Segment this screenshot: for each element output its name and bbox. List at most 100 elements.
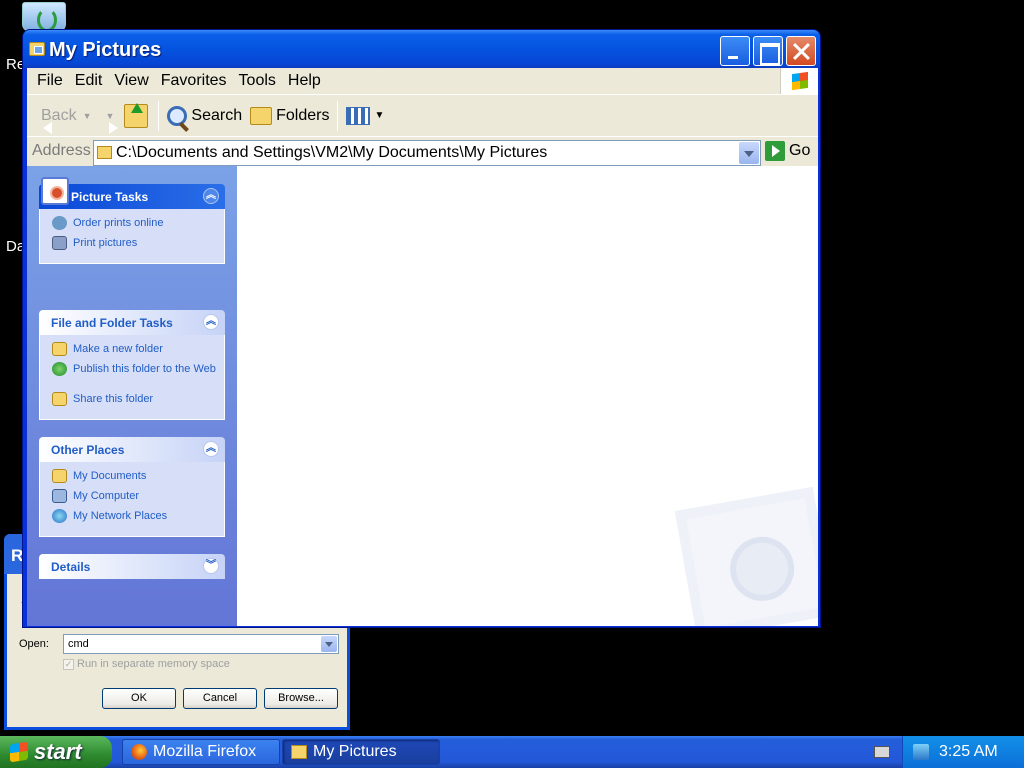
panel-header[interactable]: Picture Tasks ︽ [39, 177, 225, 209]
clock[interactable]: 3:25 AM [939, 743, 998, 761]
panel-header[interactable]: Other Places ︽ [39, 437, 225, 462]
window-titlebar[interactable]: My Pictures [23, 30, 820, 68]
task-label: My Documents [73, 470, 147, 482]
views-button[interactable]: ▼ [342, 99, 388, 133]
task-label: Publish this folder to the Web [73, 363, 216, 375]
windows-logo-icon [780, 68, 818, 94]
print-pictures-link[interactable]: Print pictures [52, 236, 224, 257]
share-folder-icon [52, 392, 67, 406]
my-network-places-link[interactable]: My Network Places [52, 509, 224, 530]
file-list-area[interactable] [237, 166, 818, 626]
ok-button[interactable]: OK [102, 688, 176, 709]
cancel-button[interactable]: Cancel [183, 688, 257, 709]
taskbar-item-label: Mozilla Firefox [153, 743, 257, 760]
my-documents-icon [52, 469, 67, 483]
run-separate-memory-checkbox[interactable]: ✓ Run in separate memory space [63, 658, 230, 670]
run-open-label: Open: [19, 638, 49, 650]
window-title: My Pictures [49, 39, 162, 61]
panel-body: Order prints online Print pictures [39, 209, 225, 264]
chevron-down-icon[interactable] [739, 142, 759, 164]
menu-help[interactable]: Help [282, 72, 327, 90]
address-bar: Address C:\Documents and Settings\VM2\My… [27, 136, 818, 166]
minimize-button[interactable] [720, 36, 750, 66]
menu-edit[interactable]: Edit [69, 72, 109, 90]
go-arrow-icon [765, 141, 785, 161]
task-label: My Computer [73, 490, 140, 502]
recycle-bin-icon[interactable] [22, 2, 66, 32]
checkbox-icon: ✓ [63, 658, 74, 670]
panel-title: Details [51, 560, 91, 574]
run-open-input[interactable]: cmd [63, 634, 339, 654]
menu-file[interactable]: File [31, 72, 69, 90]
taskbar: start Mozilla Firefox My Pictures 3:25 A… [0, 736, 1024, 768]
other-places-panel: Other Places ︽ My Documents My Computer … [39, 437, 225, 537]
my-pictures-icon[interactable] [29, 42, 45, 56]
windows-logo-icon [10, 741, 28, 763]
chevron-down-icon[interactable]: ▼ [106, 111, 115, 121]
views-icon [346, 106, 371, 125]
collapse-chevron-icon[interactable]: ︽ [203, 314, 219, 330]
menu-favorites[interactable]: Favorites [155, 72, 233, 90]
panel-body: My Documents My Computer My Network Plac… [39, 462, 225, 537]
publish-web-icon [52, 362, 67, 376]
go-button[interactable]: Go [765, 141, 810, 161]
order-prints-icon [52, 216, 67, 230]
menu-view[interactable]: View [108, 72, 154, 90]
address-label: Address [32, 142, 91, 159]
details-panel: Details ︾ [39, 554, 225, 579]
folders-button[interactable]: Folders [246, 99, 333, 133]
my-documents-link[interactable]: My Documents [52, 469, 224, 490]
chevron-down-icon[interactable] [321, 636, 337, 652]
taskbar-item-firefox[interactable]: Mozilla Firefox [122, 739, 280, 765]
close-button[interactable] [786, 36, 816, 66]
my-computer-icon [52, 489, 67, 503]
collapse-chevron-icon[interactable]: ︽ [203, 441, 219, 457]
order-prints-online-link[interactable]: Order prints online [52, 216, 224, 237]
search-button[interactable]: Search [163, 99, 246, 133]
back-button[interactable]: Back ▼ [33, 99, 96, 133]
toolbar: Back ▼ ▼ Search Folders ▼ [27, 94, 818, 136]
start-label: start [34, 739, 82, 764]
picture-tasks-icon [41, 177, 69, 205]
start-button[interactable]: start [0, 736, 112, 768]
go-label: Go [789, 142, 811, 159]
my-computer-link[interactable]: My Computer [52, 489, 224, 510]
folder-up-icon[interactable] [124, 102, 149, 128]
panel-title: Other Places [51, 443, 125, 457]
task-pane: Picture Tasks ︽ Order prints online Prin… [27, 166, 237, 626]
system-tray: 3:25 AM [902, 736, 1024, 768]
firefox-icon [131, 744, 147, 760]
share-folder-link[interactable]: Share this folder [52, 392, 224, 413]
address-value: C:\Documents and Settings\VM2\My Documen… [116, 144, 548, 161]
taskbar-item-label: My Pictures [313, 743, 397, 760]
panel-title: Picture Tasks [71, 190, 149, 204]
my-pictures-icon [291, 745, 307, 759]
keyboard-icon[interactable] [874, 746, 890, 758]
printer-icon [52, 236, 67, 250]
checkbox-label: Run in separate memory space [77, 658, 230, 670]
panel-body: Make a new folder Publish this folder to… [39, 335, 225, 420]
taskbar-item-my-pictures[interactable]: My Pictures [282, 739, 440, 765]
toolbar-separator [337, 100, 339, 131]
collapse-chevron-icon[interactable]: ︽ [203, 188, 219, 204]
pictures-watermark-icon [674, 486, 818, 626]
chevron-down-icon: ▼ [374, 110, 385, 121]
menu-tools[interactable]: Tools [233, 72, 282, 90]
address-input[interactable]: C:\Documents and Settings\VM2\My Documen… [93, 140, 761, 166]
task-label: Make a new folder [73, 343, 163, 355]
panel-header[interactable]: File and Folder Tasks ︽ [39, 310, 225, 335]
browse-button[interactable]: Browse... [264, 688, 338, 709]
panel-header[interactable]: Details ︾ [39, 554, 225, 579]
task-label: Share this folder [73, 393, 154, 405]
expand-chevron-icon[interactable]: ︾ [203, 558, 219, 574]
search-icon [167, 105, 188, 126]
publish-folder-link[interactable]: Publish this folder to the Web [52, 362, 224, 393]
network-icon[interactable] [913, 744, 929, 760]
explorer-window: My Pictures File Edit View Favorites Too… [22, 29, 821, 628]
task-label: Order prints online [73, 217, 164, 229]
picture-tasks-panel: Picture Tasks ︽ Order prints online Prin… [39, 177, 225, 264]
chevron-down-icon[interactable]: ▼ [83, 111, 92, 121]
forward-button[interactable]: ▼ [96, 99, 119, 133]
make-new-folder-link[interactable]: Make a new folder [52, 342, 224, 363]
maximize-button[interactable] [753, 36, 783, 66]
